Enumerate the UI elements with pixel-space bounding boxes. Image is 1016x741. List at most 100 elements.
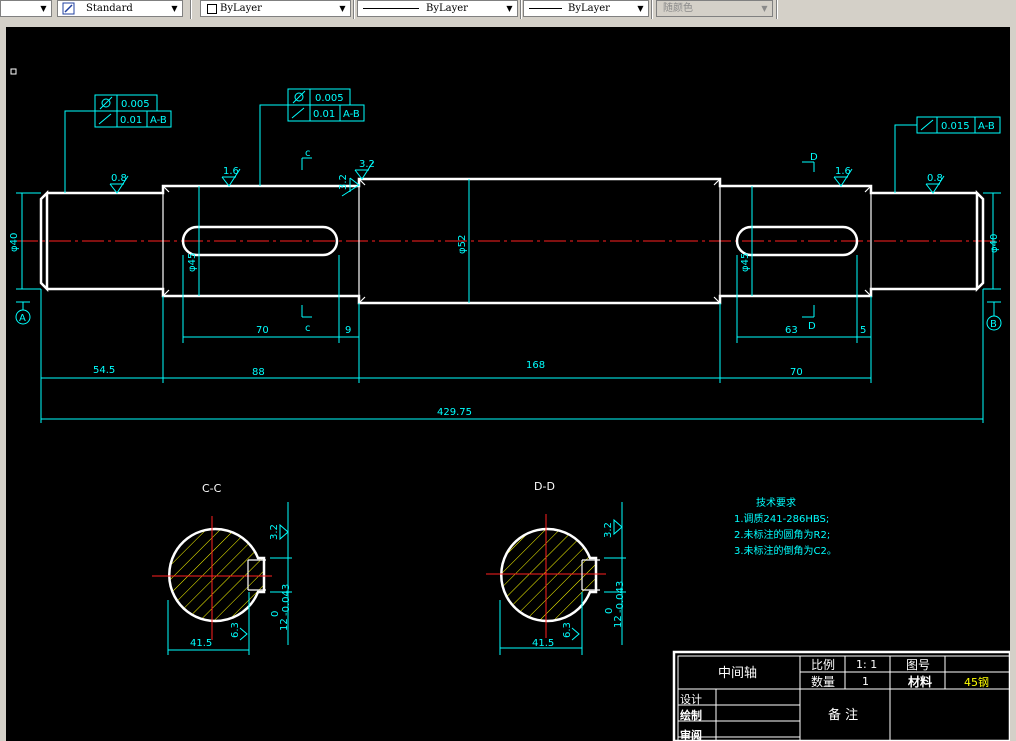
dim-style-combo[interactable]: ▼ — [0, 0, 52, 17]
properties-toolbar: ▼ Standard ▼ ByLayer ▼ ByLayer ▼ ByLayer… — [0, 0, 1016, 21]
svg-text:φ45: φ45 — [187, 253, 198, 272]
svg-text:1: 1 — [862, 675, 869, 688]
svg-text:B: B — [990, 319, 997, 330]
svg-text:c: c — [305, 323, 311, 334]
svg-text:比例: 比例 — [811, 658, 835, 672]
tol-value: 0.005 — [315, 93, 344, 104]
tol-value: 0.015 — [941, 121, 970, 132]
toolbar-separator — [190, 0, 192, 19]
svg-text:图号: 图号 — [906, 658, 930, 672]
svg-text:c: c — [305, 148, 311, 159]
cad-drawing[interactable]: 0.005 0.01 A-B 0.005 0.01 A-B 0.015 A-B … — [6, 27, 1010, 741]
svg-text:0.8: 0.8 — [927, 173, 943, 184]
svg-text:41.5: 41.5 — [532, 638, 554, 649]
svg-text:绘制: 绘制 — [680, 708, 702, 722]
svg-text:审阅: 审阅 — [680, 728, 702, 741]
toolbar-separator — [776, 0, 778, 19]
chevron-down-icon[interactable]: ▼ — [503, 2, 516, 15]
section-cc: C-C 41.5 3.2 12 0 -0.043 6.3 — [152, 482, 292, 655]
plot-style-value: 随颜色 — [663, 3, 693, 14]
svg-text:9: 9 — [345, 325, 351, 336]
chevron-down-icon[interactable]: ▼ — [37, 2, 50, 15]
svg-text:φ52: φ52 — [457, 235, 468, 254]
svg-text:70: 70 — [790, 367, 803, 378]
svg-text:材料: 材料 — [907, 674, 932, 689]
linetype-preview — [363, 8, 419, 9]
tol-value: 0.01 — [120, 115, 142, 126]
svg-text:φ45: φ45 — [740, 253, 751, 272]
svg-text:D: D — [808, 321, 816, 332]
lineweight-value: ByLayer — [568, 3, 610, 14]
toolbar-separator — [651, 0, 653, 19]
lineweight-combo[interactable]: ByLayer ▼ — [523, 0, 649, 17]
svg-text:12: 12 — [279, 618, 290, 631]
section-title: C-C — [202, 482, 222, 495]
svg-text:A: A — [19, 313, 26, 324]
svg-text:φ40: φ40 — [989, 234, 1000, 253]
svg-text:12: 12 — [613, 615, 624, 628]
section-dd: D-D 41.5 3.2 12 0 -0.043 6.3 — [486, 480, 626, 655]
gdt-frame-right: 0.015 A-B — [894, 116, 1001, 193]
tol-value: 0.005 — [121, 99, 150, 110]
svg-text:63: 63 — [785, 325, 798, 336]
section-title: D-D — [534, 480, 555, 493]
chevron-down-icon[interactable]: ▼ — [758, 2, 771, 15]
svg-text:429.75: 429.75 — [437, 407, 472, 418]
linetype-value: ByLayer — [426, 3, 468, 14]
chevron-down-icon[interactable]: ▼ — [336, 2, 349, 15]
drawing-area-frame: 0.005 0.01 A-B 0.005 0.01 A-B 0.015 A-B … — [0, 20, 1016, 741]
svg-text:-0.043: -0.043 — [281, 584, 292, 616]
color-swatch-icon — [207, 4, 217, 14]
tech-title: 技术要求 — [756, 496, 796, 509]
tech-item: 3.未标注的倒角为C2。 — [734, 544, 837, 557]
svg-text:3.2: 3.2 — [603, 522, 614, 538]
text-style-value: Standard — [86, 3, 133, 14]
datum-markers: A B — [15, 301, 1002, 331]
text-style-icon — [62, 2, 75, 15]
svg-text:φ40: φ40 — [9, 233, 20, 252]
toolbar-separator — [520, 0, 522, 19]
layer-combo[interactable]: ByLayer ▼ — [200, 0, 351, 17]
layer-value: ByLayer — [220, 3, 262, 14]
linetype-combo[interactable]: ByLayer ▼ — [357, 0, 518, 17]
svg-text:-0.043: -0.043 — [615, 581, 626, 613]
svg-text:70: 70 — [256, 325, 269, 336]
svg-text:54.5: 54.5 — [93, 365, 115, 376]
toolbar-separator — [353, 0, 355, 19]
svg-text:1.6: 1.6 — [223, 166, 239, 177]
title-block: 中间轴 比例 1: 1 图号 数量 1 材料 45钢 设计 绘制 审阅 备 注 — [672, 650, 1010, 741]
svg-text:3.2: 3.2 — [359, 159, 375, 170]
svg-text:6.3: 6.3 — [562, 622, 573, 638]
gdt-frame-mid: 0.005 0.01 A-B — [259, 88, 365, 186]
chevron-down-icon[interactable]: ▼ — [168, 2, 181, 15]
drawing-canvas[interactable]: 0.005 0.01 A-B 0.005 0.01 A-B 0.015 A-B … — [6, 27, 1010, 741]
tech-requirements: 技术要求 1.调质241-286HBS; 2.未标注的圆角为R2; 3.未标注的… — [734, 496, 837, 557]
plot-style-combo[interactable]: 随颜色 ▼ — [656, 0, 773, 17]
svg-text:41.5: 41.5 — [190, 638, 212, 649]
roughness-marks: 0.8 1.6 3.2 3.2 1.6 0.8 — [109, 159, 945, 197]
ucs-marker — [10, 68, 17, 75]
svg-text:168: 168 — [526, 360, 545, 371]
svg-text:88: 88 — [252, 367, 265, 378]
tech-item: 1.调质241-286HBS; — [734, 513, 829, 525]
chevron-down-icon[interactable]: ▼ — [634, 2, 647, 15]
tol-datum: A-B — [343, 109, 360, 120]
lineweight-preview — [529, 8, 562, 9]
tol-value: 0.01 — [313, 109, 335, 120]
svg-text:6.3: 6.3 — [230, 622, 241, 638]
tech-item: 2.未标注的圆角为R2; — [734, 528, 830, 541]
svg-text:数量: 数量 — [811, 674, 835, 689]
part-name: 中间轴 — [718, 666, 757, 681]
svg-text:设计: 设计 — [680, 693, 702, 706]
tol-datum: A-B — [150, 115, 167, 126]
svg-text:45钢: 45钢 — [964, 676, 989, 689]
length-dimensions: 70 9 63 5 54.5 88 168 70 429.75 — [40, 255, 984, 423]
svg-text:0: 0 — [270, 611, 281, 617]
svg-text:0.8: 0.8 — [111, 173, 127, 184]
text-style-combo[interactable]: Standard ▼ — [57, 0, 183, 17]
svg-text:0: 0 — [604, 608, 615, 614]
svg-text:D: D — [810, 152, 818, 163]
svg-text:1.6: 1.6 — [835, 166, 851, 177]
svg-text:1: 1: 1: 1 — [856, 658, 877, 671]
svg-text:3.2: 3.2 — [338, 174, 349, 190]
